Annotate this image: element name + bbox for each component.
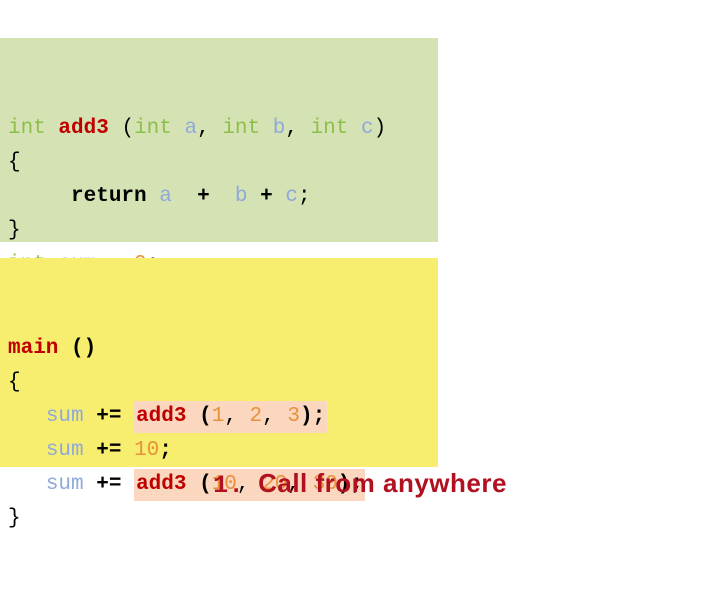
code-token: ); [299,405,326,428]
slide-canvas: int add3 (int a, int b, int c){ return a… [0,0,720,540]
main-block-lines: main () { sum += add3 (1, 2, 3); sum += 1… [0,332,438,536]
code-token: + [260,185,273,208]
code-line-main-close-brace: } [0,502,438,536]
code-token: += [96,405,122,428]
code-token: , [262,405,288,428]
caption-number: 1. [213,471,245,500]
main-function-code-block: main () { sum += add3 (1, 2, 3); sum += 1… [0,258,438,530]
code-token: main [8,337,59,360]
code-token: add3 [136,405,187,428]
code-token: , [285,117,311,140]
code-token: int [134,117,172,140]
code-token: 1 [211,405,225,428]
code-token: ; [297,185,311,208]
function-definition-code-block: int add3 (int a, int b, int c){ return a… [0,38,438,276]
code-line-main-open-brace: { [0,366,438,400]
code-token: += [96,439,122,462]
code-token: , [197,117,223,140]
code-token: { [8,151,21,174]
code-line-return: return a + b + c; [0,180,438,214]
code-token: } [8,507,21,530]
code-line-main-signature: main () [0,332,438,366]
code-token: return [71,185,147,208]
caption-text: Call from anywhere [258,468,507,498]
code-token: } [8,219,21,242]
code-line-signature: int add3 (int a, int b, int c) [0,112,438,146]
code-token: { [8,371,21,394]
code-token: () [58,337,97,360]
slide-caption: 1. Call from anywhere [0,468,720,500]
code-token: add3 [58,117,109,140]
code-token: 2 [249,405,263,428]
code-token: 3 [287,405,300,428]
code-token: c [285,185,298,208]
code-token: int [8,117,46,140]
code-token: , [224,405,250,428]
code-line-open-brace: { [0,146,438,180]
code-line-close-brace: } [0,214,438,248]
code-token: ) [373,117,387,140]
code-token: a [184,117,198,140]
code-token: + [197,185,210,208]
code-token: sum [45,439,84,462]
code-token: ( [108,117,135,140]
code-token: c [360,117,374,140]
code-token: ; [159,439,172,462]
code-token: b [234,185,248,208]
code-token: b [272,117,286,140]
code-token: a [159,185,172,208]
function-block-lines: int add3 (int a, int b, int c){ return a… [0,112,438,282]
highlighted-function-call: add3 (1, 2, 3); [134,401,328,433]
code-line-call-add3-1-2-3: sum += add3 (1, 2, 3); [0,400,438,434]
code-token: ( [186,405,212,428]
code-token: 10 [134,439,160,462]
code-token: sum [45,405,84,428]
code-token: int [310,117,349,140]
code-line-add-ten: sum += 10; [0,434,438,468]
code-token: int [222,117,261,140]
